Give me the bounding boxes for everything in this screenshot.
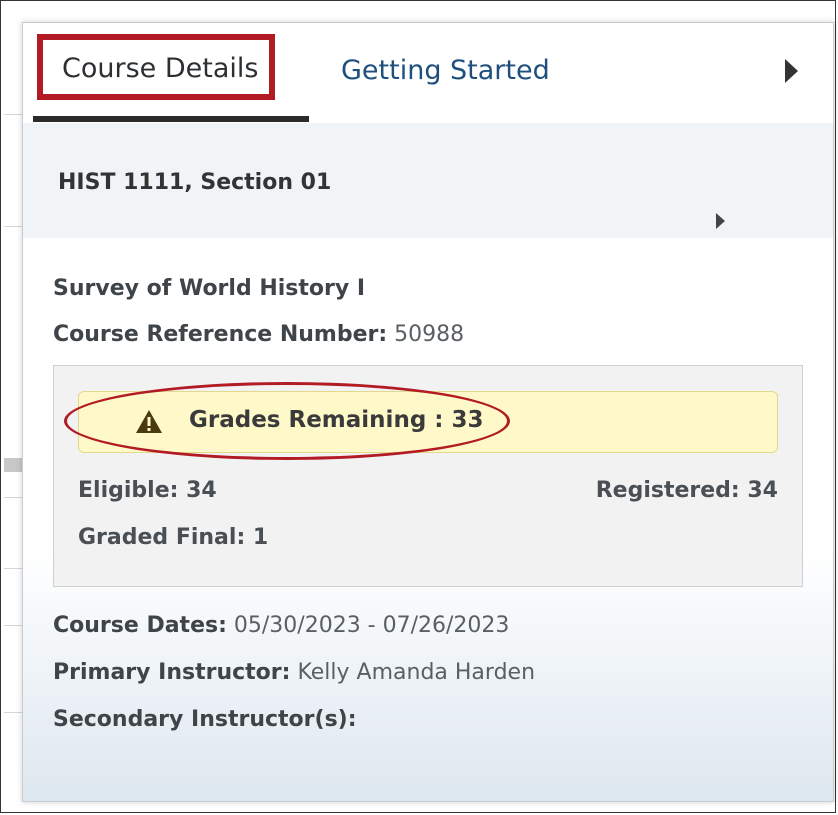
section-title: HIST 1111, Section 01 — [58, 170, 332, 195]
active-tab-indicator — [33, 116, 309, 122]
secondary-instructors: Secondary Instructor(s): — [53, 707, 357, 732]
course-reference-number: Course Reference Number: 50988 — [53, 322, 464, 347]
section-expand-icon[interactable] — [716, 213, 725, 229]
course-dates: Course Dates: 05/30/2023 - 07/26/2023 — [53, 613, 509, 638]
course-title: Survey of World History I — [53, 276, 365, 301]
highlight-ellipse — [64, 382, 510, 460]
tab-bar: Course Details Getting Started — [23, 23, 833, 124]
crn-value: 50988 — [394, 322, 465, 347]
eligible-count: Eligible: 34 — [78, 478, 217, 503]
tab-course-details[interactable]: Course Details — [37, 34, 276, 100]
section-header: HIST 1111, Section 01 — [23, 123, 833, 239]
grading-stats-box: Grades Remaining : 33 Eligible: 34 Regis… — [53, 365, 803, 587]
tab-course-details-label: Course Details — [62, 53, 259, 84]
secondary-instructors-label: Secondary Instructor(s): — [53, 707, 357, 732]
course-title-text: Survey of World History I — [53, 276, 366, 301]
course-dates-label: Course Dates: — [53, 613, 227, 638]
course-details-body: Survey of World History I Course Referen… — [23, 238, 833, 801]
primary-instructor: Primary Instructor: Kelly Amanda Harden — [53, 660, 535, 685]
course-dates-value: 05/30/2023 - 07/26/2023 — [233, 613, 510, 638]
graded-final-count: Graded Final: 1 — [78, 525, 269, 550]
crn-label: Course Reference Number: — [53, 322, 388, 347]
primary-instructor-label: Primary Instructor: — [53, 660, 291, 685]
tab-scroll-right-icon[interactable] — [785, 59, 798, 83]
primary-instructor-value: Kelly Amanda Harden — [297, 660, 536, 685]
registered-count: Registered: 34 — [595, 478, 778, 503]
tab-getting-started[interactable]: Getting Started — [341, 55, 550, 86]
tab-getting-started-label: Getting Started — [341, 55, 550, 86]
course-details-popup: Course Details Getting Started HIST 1111… — [22, 22, 834, 802]
